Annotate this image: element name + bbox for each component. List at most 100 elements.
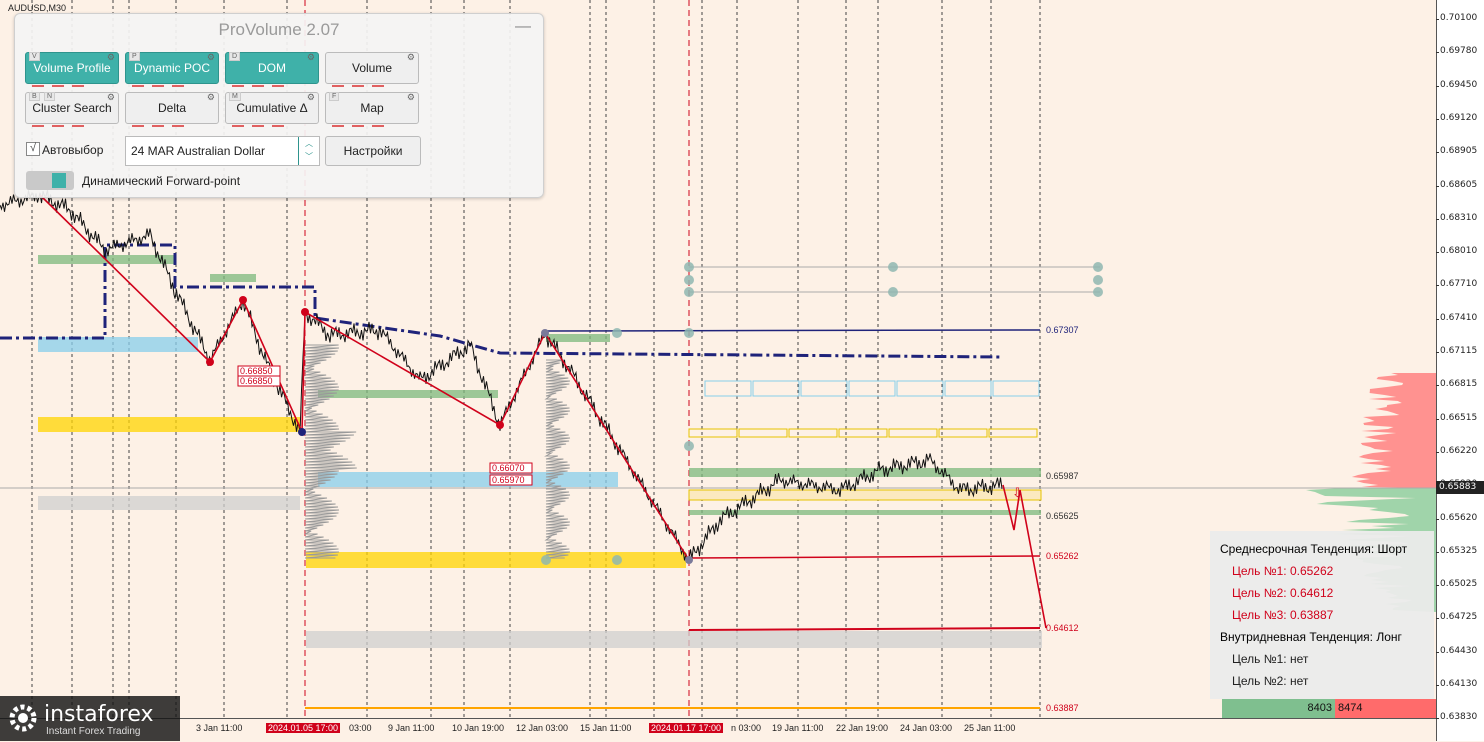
yellow-box <box>989 429 1037 437</box>
level-label: 0.67307 <box>1046 325 1079 335</box>
contract-spinner[interactable]: ︿ ﹀ <box>298 137 319 165</box>
level-label: 0.65625 <box>1046 511 1079 521</box>
price-tick: 0.66220 <box>1440 446 1477 456</box>
time-tick: 12 Jan 03:00 <box>516 723 568 733</box>
contract-value: 24 MAR Australian Dollar <box>131 144 265 158</box>
hotkey-badge: V <box>29 52 40 61</box>
indicator-dots <box>132 116 212 119</box>
indicator-dots <box>232 116 312 119</box>
price-tick: 0.64725 <box>1440 612 1477 622</box>
gear-icon[interactable]: ⚙ <box>407 92 415 103</box>
gray-zone <box>38 496 300 510</box>
mode-button-dynamic-poc[interactable]: Dynamic POC P ⚙ <box>125 52 219 84</box>
swing-point <box>301 308 309 316</box>
price-tick: 0.66515 <box>1440 413 1477 423</box>
price-tick: 0.68905 <box>1440 146 1477 156</box>
price-tick: 0.63830 <box>1440 712 1477 722</box>
green-zone <box>546 334 610 342</box>
blue-zone <box>318 472 618 487</box>
mode-button-label: Map <box>360 101 383 115</box>
gear-icon[interactable]: ⚙ <box>307 92 315 103</box>
mode-button-volume-profile[interactable]: Volume Profile V ⚙ <box>25 52 119 84</box>
auto-select-label: Автовыбор <box>42 143 103 157</box>
mode-button-label: Volume <box>352 61 392 75</box>
price-tick: 0.68010 <box>1440 246 1477 256</box>
gear-icon[interactable]: ⚙ <box>307 52 315 63</box>
blue-box <box>897 381 943 396</box>
price-box-label: 0.66850 <box>240 376 273 386</box>
time-tick: 2024.01.17 17:00 <box>649 723 723 733</box>
gear-icon[interactable]: ⚙ <box>407 52 415 63</box>
gear-icon[interactable]: ⚙ <box>107 52 115 63</box>
mode-button-map[interactable]: Map F ⚙ <box>325 92 419 124</box>
swing-point <box>541 329 549 337</box>
gear-icon[interactable]: ⚙ <box>207 92 215 103</box>
instaforex-logo: instaforex Instant Forex Trading <box>0 696 180 741</box>
time-tick: 25 Jan 11:00 <box>964 723 1015 733</box>
level-label: 0.65987 <box>1046 471 1079 481</box>
green-zone <box>210 274 256 282</box>
forward-point-toggle[interactable] <box>26 171 74 190</box>
mode-button-cluster-search[interactable]: Cluster Search B N ⚙ <box>25 92 119 124</box>
auto-select-checkbox[interactable]: √ <box>26 142 40 156</box>
blue-box <box>849 381 895 396</box>
hotkey-badge: P <box>129 52 140 61</box>
level-marker <box>1093 275 1103 285</box>
level-marker <box>684 262 694 272</box>
green-zone <box>689 510 1041 515</box>
price-tick: 0.65025 <box>1440 579 1477 589</box>
mode-button-volume[interactable]: Volume ⚙ <box>325 52 419 84</box>
time-tick: 10 Jan 19:00 <box>452 723 504 733</box>
price-box-label: 0.66070 <box>492 463 525 473</box>
yellow-zone <box>306 552 686 568</box>
sell-volume: 8474 <box>1335 699 1436 718</box>
gear-icon[interactable]: ⚙ <box>107 92 115 103</box>
blue-box <box>801 381 847 396</box>
price-axis: 0.70100 0.69780 0.69450 0.69120 0.68905 0.686… <box>1436 0 1484 741</box>
gear-icon[interactable]: ⚙ <box>207 52 215 63</box>
time-axis: 3 Jan 11:00 2024.01.05 17:00 03:00 9 Jan 11… <box>0 718 1436 742</box>
level-marker <box>684 328 694 338</box>
level-marker <box>541 555 551 565</box>
indicator-dots <box>332 76 412 79</box>
intraday-trend-label: Внутридневная Тенденция: Лонг <box>1220 630 1402 644</box>
mode-button-delta[interactable]: Delta ⚙ <box>125 92 219 124</box>
gray-zone <box>306 631 1042 648</box>
yellow-zone <box>38 417 300 432</box>
price-tick: 0.64430 <box>1440 646 1477 656</box>
current-price-marker: 0.65883 <box>1436 481 1484 494</box>
settings-button[interactable]: Настройки <box>325 136 421 166</box>
time-tick: 15 Jan 11:00 <box>580 723 631 733</box>
chevron-down-icon[interactable]: ﹀ <box>305 152 313 161</box>
chevron-up-icon[interactable]: ︿ <box>305 139 313 148</box>
minimize-button[interactable]: — <box>515 18 531 36</box>
target-line <box>689 556 1040 558</box>
logo-name: instaforex <box>44 702 154 727</box>
mode-button-dom[interactable]: DOM D ⚙ <box>225 52 319 84</box>
blue-box <box>753 381 799 396</box>
mode-button-cumulative-[interactable]: Cumulative Δ M ⚙ <box>225 92 319 124</box>
price-box-label: 0.65970 <box>492 475 525 485</box>
mid-trend-label: Среднесрочная Тенденция: Шорт <box>1220 542 1407 556</box>
yellow-box <box>739 429 787 437</box>
hotkey-badge: D <box>229 52 240 61</box>
level-label: 0.63887 <box>1046 703 1079 713</box>
blue-box <box>705 381 751 396</box>
time-tick: 9 Jan 11:00 <box>388 723 434 733</box>
mode-button-label: Delta <box>158 101 186 115</box>
price-tick: 0.69120 <box>1440 113 1477 123</box>
target-line <box>689 628 1040 630</box>
swing-point <box>206 358 214 366</box>
provolume-panel: ProVolume 2.07 — Volume Profile V ⚙ Dynamic… <box>14 13 544 198</box>
price-box-label: 0.66850 <box>240 366 273 376</box>
indicator-dots <box>32 116 112 119</box>
level-marker <box>684 441 694 451</box>
time-tick: 3 Jan 11:00 <box>196 723 242 733</box>
price-tick: 0.69450 <box>1440 80 1477 90</box>
contract-select[interactable]: 24 MAR Australian Dollar ︿ ﹀ <box>125 136 320 166</box>
level-marker <box>888 262 898 272</box>
time-tick: n 03:00 <box>731 723 761 733</box>
gear-logo-icon <box>6 701 40 735</box>
hotkey-badge: M <box>229 92 241 101</box>
mid-target-3: Цель №3: 0.63887 <box>1232 608 1333 622</box>
